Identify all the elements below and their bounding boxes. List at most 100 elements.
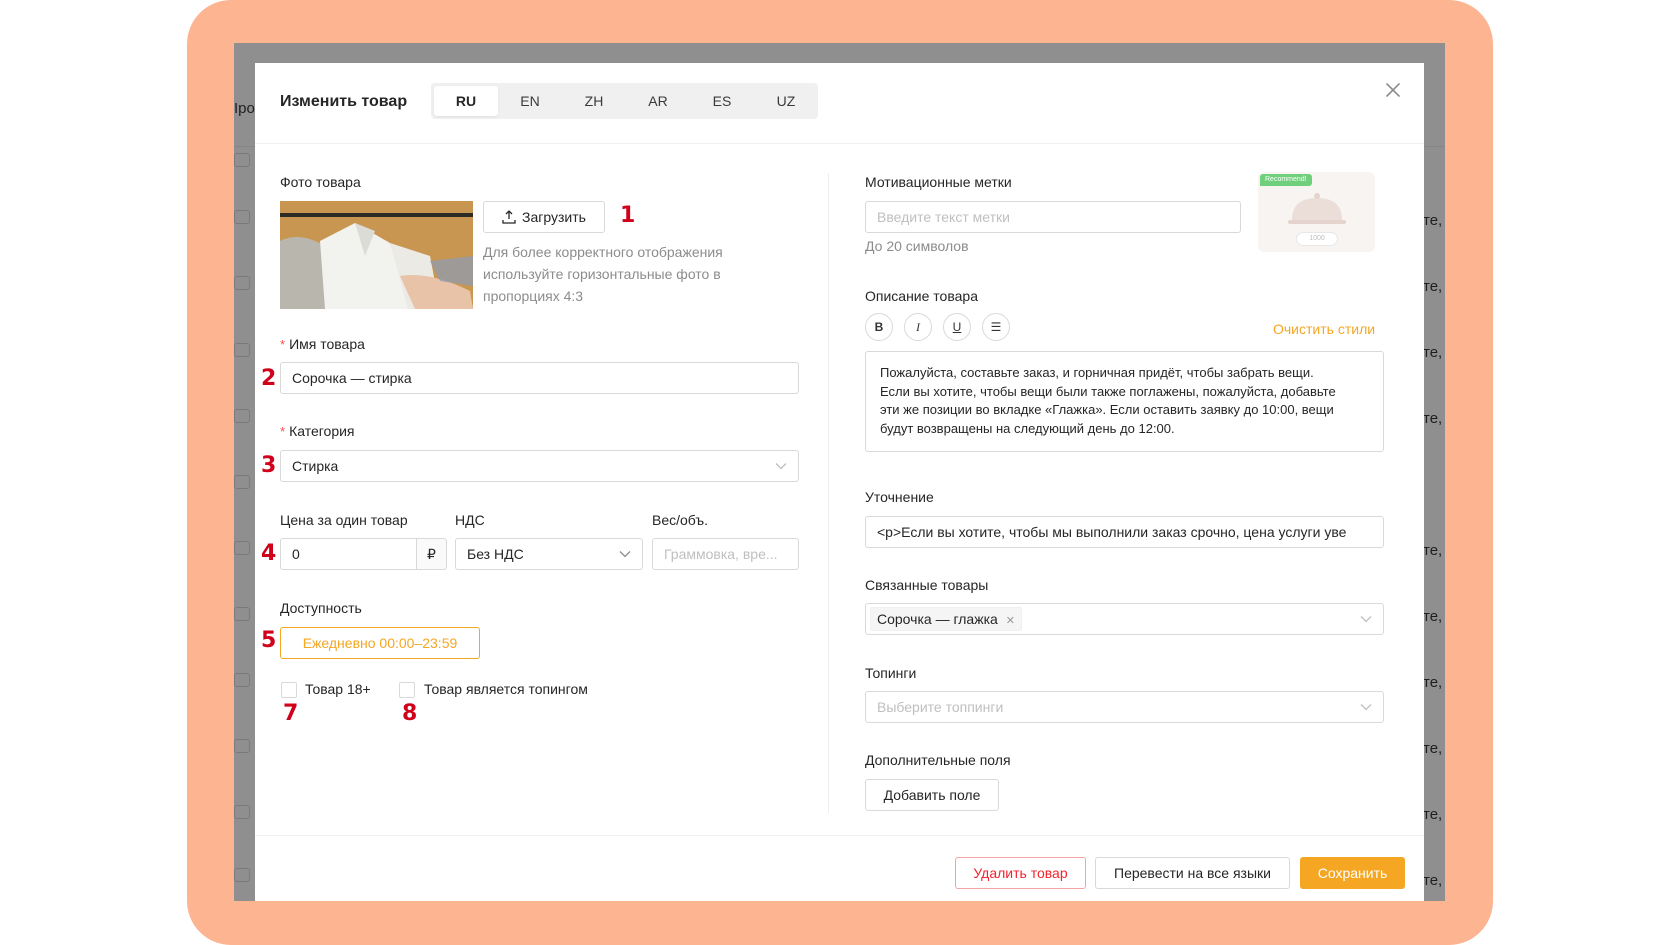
photo-label: Фото товара [280, 174, 361, 190]
vat-select[interactable]: Без НДС [455, 538, 643, 570]
background-checkbox [234, 805, 250, 819]
photo-hint-line: Для более корректного отображения [483, 244, 723, 260]
annotation-number: 3 [261, 453, 277, 478]
topping-checkbox-label: Товар является топингом [424, 681, 588, 697]
background-text: те, [1423, 872, 1443, 889]
description-line: будут возвращены на следующий день до 12… [880, 420, 1175, 436]
description-line: эти же позиции во вкладке «Глажка». Если… [880, 402, 1334, 417]
annotation-number: 8 [402, 701, 418, 726]
tab-ru[interactable]: RU [434, 86, 498, 116]
background-text: те, [1423, 212, 1443, 229]
tab-es[interactable]: ES [690, 86, 754, 116]
background-checkbox [234, 409, 250, 423]
annotation-number: 1 [620, 203, 636, 228]
chevron-down-icon [619, 551, 631, 558]
background-text: те, [1423, 806, 1443, 823]
upload-button[interactable]: Загрузить [483, 201, 605, 233]
photo-hint: Для более корректного отображения исполь… [483, 241, 783, 307]
cloche-icon [1288, 193, 1346, 224]
category-select[interactable]: Стирка [280, 450, 799, 482]
product-name-input[interactable]: Сорочка — стирка [280, 362, 799, 394]
italic-button[interactable]: I [904, 313, 932, 341]
bold-button[interactable]: B [865, 313, 893, 341]
background-text: те, [1423, 410, 1443, 427]
tab-uz[interactable]: UZ [754, 86, 818, 116]
category-value: Стирка [292, 458, 339, 474]
upload-button-label: Загрузить [522, 209, 586, 225]
photo-hint-line: используйте горизонтальные фото в [483, 266, 721, 282]
related-select[interactable]: Сорочка — глажка ✕ [865, 603, 1384, 635]
background-checkbox [234, 868, 250, 882]
weight-label: Вес/объ. [652, 512, 708, 528]
toppings-placeholder: Выберите топпинги [877, 699, 1004, 715]
annotation-number: 5 [261, 628, 277, 653]
background-text: те, [1423, 674, 1443, 691]
background-checkbox [234, 739, 250, 753]
chevron-down-icon [1360, 704, 1372, 711]
description-line: Пожалуйста, составьте заказ, и горничная… [880, 365, 1314, 380]
product-photo [280, 201, 473, 309]
clarification-input[interactable]: <p>Если вы хотите, чтобы мы выполнили за… [865, 516, 1384, 548]
annotation-number: 4 [261, 541, 277, 566]
translate-all-button[interactable]: Перевести на все языки [1095, 857, 1290, 889]
language-tabs: RU EN ZH AR ES UZ [431, 83, 818, 119]
edit-product-modal: Изменить товар RU EN ZH AR ES UZ Фото то… [255, 63, 1424, 901]
price-input[interactable]: 0 [280, 538, 417, 570]
background-text: те, [1423, 740, 1443, 757]
background-checkbox [234, 343, 250, 357]
background-checkbox [234, 475, 250, 489]
availability-label: Доступность [280, 600, 362, 616]
motivation-hint: До 20 символов [865, 238, 969, 254]
chevron-down-icon [1360, 616, 1372, 623]
weight-input[interactable]: Граммовка, вре... [652, 538, 799, 570]
availability-tag[interactable]: Ежедневно 00:00–23:59 [280, 627, 480, 659]
tab-ar[interactable]: AR [626, 86, 690, 116]
adult-checkbox-label: Товар 18+ [305, 681, 371, 697]
background-text: те, [1423, 278, 1443, 295]
price-label: Цена за один товар [280, 512, 408, 528]
annotation-number: 7 [283, 701, 299, 726]
toppings-select[interactable]: Выберите топпинги [865, 691, 1384, 723]
vat-label: НДС [455, 512, 485, 528]
label-preview: Recommend! 1000 [1258, 172, 1375, 252]
column-divider [828, 173, 829, 813]
background-checkbox [234, 153, 250, 167]
clear-styles-link[interactable]: Очистить стили [1273, 321, 1375, 337]
description-line: Если вы хотите, чтобы вещи были также по… [880, 383, 1336, 399]
vat-value: Без НДС [467, 546, 524, 562]
motivation-label: Мотивационные метки [865, 174, 1012, 190]
photo-hint-line: пропорциях 4:3 [483, 288, 584, 304]
underline-button[interactable]: U [943, 313, 971, 341]
tab-zh[interactable]: ZH [562, 86, 626, 116]
add-field-button[interactable]: Добавить поле [865, 779, 999, 811]
header-divider [255, 143, 1424, 144]
remove-tag-icon[interactable]: ✕ [1006, 615, 1015, 627]
save-button[interactable]: Сохранить [1300, 857, 1405, 889]
adult-checkbox[interactable] [281, 682, 297, 698]
preview-price: 1000 [1296, 232, 1338, 246]
related-tag[interactable]: Сорочка — глажка ✕ [870, 607, 1022, 631]
background-text: те, [1423, 542, 1443, 559]
background-text: те, [1423, 344, 1443, 361]
motivation-input[interactable]: Введите текст метки [865, 201, 1241, 233]
background-checkbox [234, 673, 250, 687]
background-text: те, [1423, 608, 1443, 625]
tab-en[interactable]: EN [498, 86, 562, 116]
chevron-down-icon [775, 463, 787, 470]
footer-divider [255, 835, 1424, 836]
topping-checkbox[interactable] [399, 682, 415, 698]
upload-icon [502, 210, 516, 224]
background-checkbox [234, 210, 250, 224]
description-editor[interactable]: Пожалуйста, составьте заказ, и горничная… [865, 351, 1384, 452]
toppings-label: Топинги [865, 665, 917, 681]
background-checkbox [234, 607, 250, 621]
list-button[interactable]: ☰ [982, 313, 1010, 341]
modal-title: Изменить товар [280, 93, 408, 110]
currency-addon: ₽ [416, 538, 447, 570]
close-icon[interactable] [1383, 80, 1403, 100]
description-label: Описание товара [865, 288, 978, 304]
name-label: Имя товара [280, 336, 365, 352]
background-checkbox [234, 541, 250, 555]
delete-product-button[interactable]: Удалить товар [955, 857, 1086, 889]
related-tag-label: Сорочка — глажка [877, 611, 998, 627]
